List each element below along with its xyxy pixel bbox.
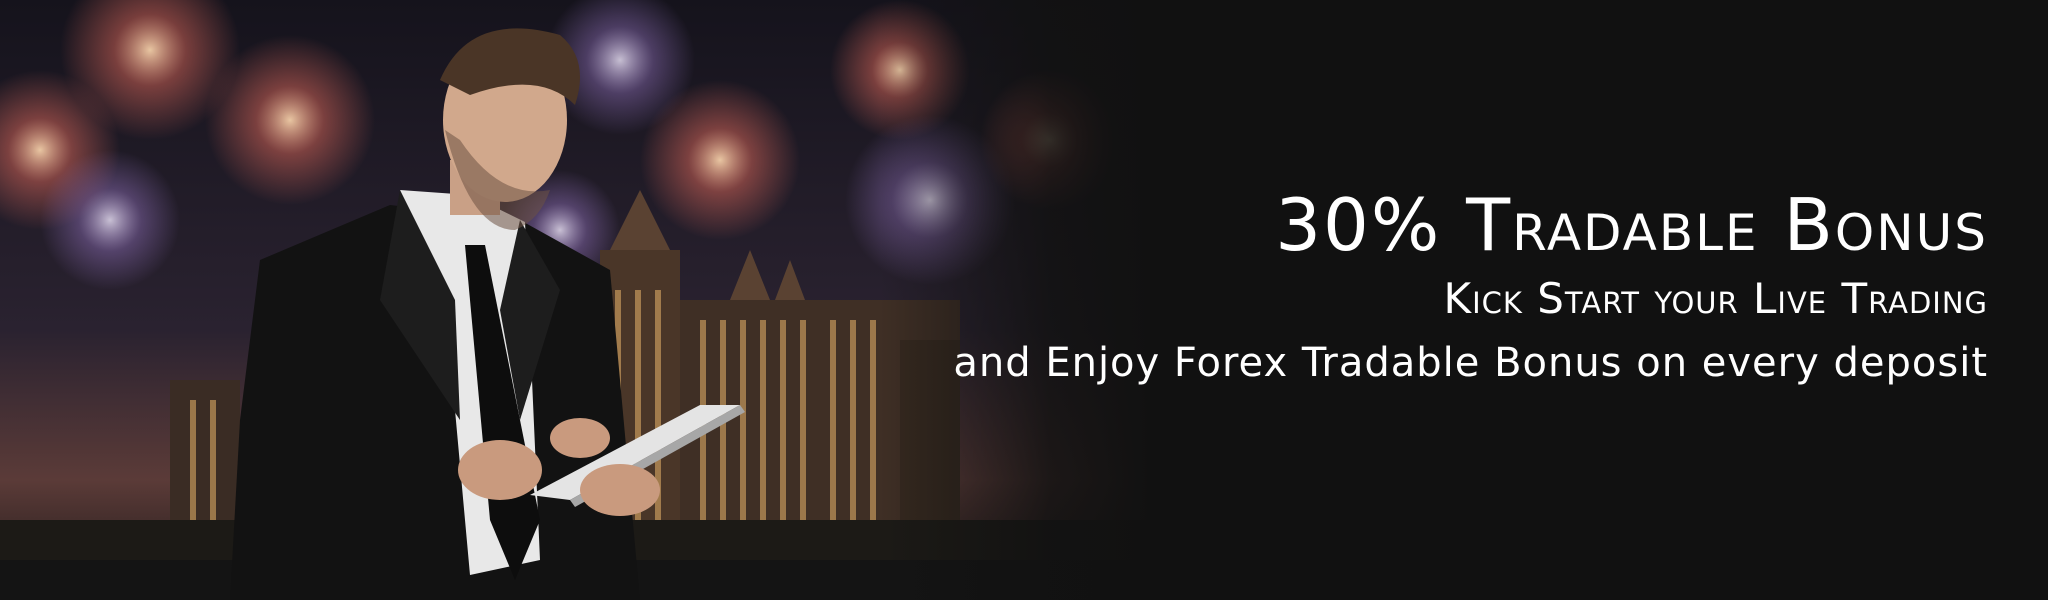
subheadline: Kick Start your Live Trading [1443,274,1988,323]
promo-banner[interactable]: 30% Tradable Bonus Kick Start your Live … [0,0,2048,600]
promo-body: and Enjoy Forex Tradable Bonus on every … [953,340,1988,386]
promo-text: 30% Tradable Bonus Kick Start your Live … [953,180,1988,398]
headline: 30% Tradable Bonus [1275,183,1988,267]
